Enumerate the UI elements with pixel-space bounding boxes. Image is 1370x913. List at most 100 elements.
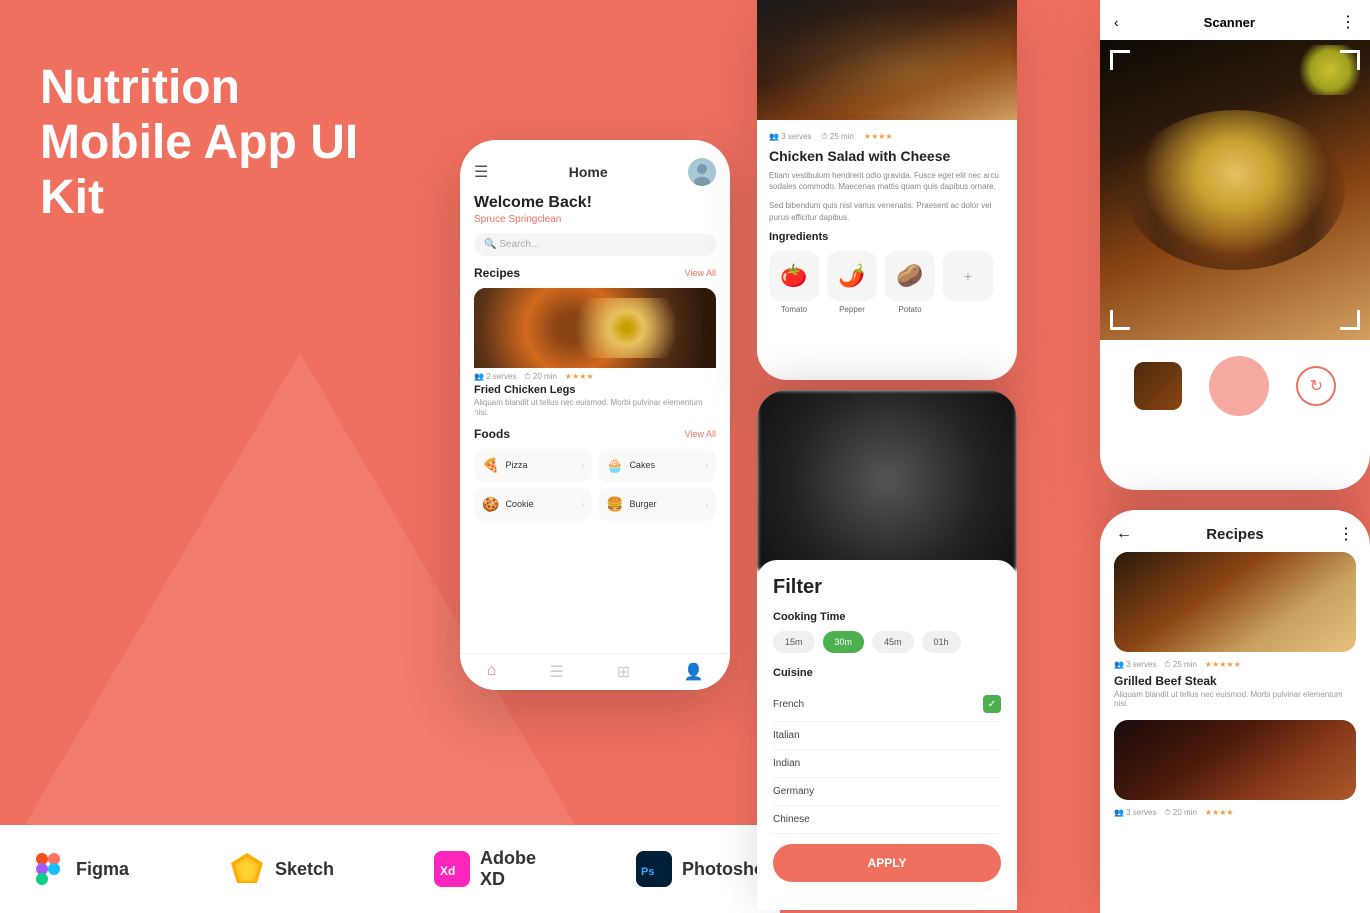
cooking-time-label: Cooking Time <box>773 611 1001 623</box>
food-cookie[interactable]: 🍪 Cookie › <box>474 488 592 521</box>
food-cakes[interactable]: 🧁 Cakes › <box>598 449 716 482</box>
username: Spruce Springclean <box>474 214 716 225</box>
left-panel: Nutrition Mobile App UI Kit <box>0 0 460 760</box>
tool-photoshop: Ps Photoshop <box>636 851 776 887</box>
cuisine-chinese[interactable]: Chinese <box>773 806 1001 834</box>
detail-title: Chicken Salad with Cheese <box>769 148 1005 164</box>
ingredients-title: Ingredients <box>769 231 1005 243</box>
phone-main: ☰ Home Welcome Back! Spruce Springclean … <box>460 140 730 690</box>
figma-icon <box>30 851 66 887</box>
scanner-header: ‹ Scanner ⋮ <box>1100 0 1370 40</box>
time-options: 15m 30m 45m 01h <box>773 631 1001 653</box>
foods-view-all[interactable]: View All <box>685 429 716 439</box>
recipe-desc: Aliquam blandit ut tellus nec euismod. M… <box>474 398 716 419</box>
scanner-title: Scanner <box>1204 15 1255 30</box>
scan-refresh-button[interactable]: ↻ <box>1296 366 1336 406</box>
recipes-list-header: ← Recipes ⋮ <box>1100 510 1370 552</box>
scan-thumbnail <box>1134 362 1182 410</box>
bottom-nav: ⌂ ☰ ⊞ 👤 <box>460 653 730 690</box>
ingredient-more: + <box>943 251 993 314</box>
foods-section-header: Foods View All <box>474 427 716 441</box>
nav-plus[interactable]: ⊞ <box>617 662 630 682</box>
time-45m[interactable]: 45m <box>872 631 914 653</box>
detail-desc-2: Sed bibendum quis nisl varius venenatis.… <box>769 200 1005 222</box>
nav-home[interactable]: ⌂ <box>487 662 497 682</box>
title-line2: Mobile App UI Kit <box>40 116 358 224</box>
scanner-image <box>1100 40 1370 340</box>
ingredients-row: 🍅 Tomato 🌶️ Pepper 🥔 Potato + <box>769 251 1005 314</box>
recipe-list-img-2 <box>1114 720 1356 800</box>
apply-button[interactable]: APPLY <box>773 844 1001 882</box>
avatar <box>688 158 716 186</box>
ingredient-tomato: 🍅 Tomato <box>769 251 819 314</box>
cuisine-germany[interactable]: Germany <box>773 778 1001 806</box>
filter-title: Filter <box>773 576 1001 599</box>
svg-text:Ps: Ps <box>641 866 654 878</box>
tool-sketch: Sketch <box>229 851 334 887</box>
search-bar[interactable]: 🔍 Search... <box>474 233 716 256</box>
foods-title: Foods <box>474 427 510 441</box>
filter-sheet: Filter Cooking Time 15m 30m 45m 01h Cuis… <box>757 560 1017 898</box>
recipe-list-item-2[interactable]: 👥 3 serves ⏱ 20 min ★★★★ <box>1100 720 1370 834</box>
detail-image <box>757 0 1017 120</box>
detail-meta: 👥 3 serves ⏱ 25 min ★★★★ <box>769 132 1005 142</box>
detail-content: 👥 3 serves ⏱ 25 min ★★★★ Chicken Salad w… <box>757 120 1017 326</box>
welcome-text: Welcome Back! <box>474 194 716 212</box>
recipes-title: Recipes <box>474 266 520 280</box>
phone-detail: 👥 3 serves ⏱ 25 min ★★★★ Chicken Salad w… <box>757 0 1017 380</box>
tools-bar: Figma Sketch Xd Adobe XD Ps <box>0 825 780 913</box>
cuisine-italian[interactable]: Italian <box>773 722 1001 750</box>
cuisine-french[interactable]: French ✓ <box>773 687 1001 722</box>
phone-scanner: ‹ Scanner ⋮ ↻ <box>1100 0 1370 490</box>
time-15m[interactable]: 15m <box>773 631 815 653</box>
recipes-back-icon[interactable]: ← <box>1116 525 1132 543</box>
adobexd-icon: Xd <box>434 851 470 887</box>
time-01h[interactable]: 01h <box>922 631 961 653</box>
ingredient-pepper: 🌶️ Pepper <box>827 251 877 314</box>
recipes-view-all[interactable]: View All <box>685 268 716 278</box>
tool-figma: Figma <box>30 851 129 887</box>
tool-adobexd: Xd Adobe XD <box>434 848 536 890</box>
phone-recipes: ← Recipes ⋮ 👥 3 serves ⏱ 25 min ★★★★★ Gr… <box>1100 510 1370 913</box>
phone-header: ☰ Home <box>474 152 716 194</box>
cuisine-label: Cuisine <box>773 667 1001 679</box>
time-30m[interactable]: 30m <box>823 631 865 653</box>
figma-label: Figma <box>76 859 129 880</box>
detail-desc-1: Etiam vestibulum hendrerit odio gravida.… <box>769 170 1005 192</box>
recipe-list-meta-2: 👥 3 serves ⏱ 20 min ★★★★ <box>1114 808 1356 818</box>
recipe-list-item-1[interactable]: 👥 3 serves ⏱ 25 min ★★★★★ Grilled Beef S… <box>1100 552 1370 720</box>
recipe-meta: 👥 2 serves ⏱ 20 min ★★★★ <box>474 372 716 382</box>
scan-capture-button[interactable] <box>1209 356 1269 416</box>
recipe-card[interactable]: 👥 2 serves ⏱ 20 min ★★★★ Fried Chicken L… <box>474 288 716 419</box>
recipe-list-desc-1: Aliquam blandit ut tellus nec euismod. M… <box>1114 690 1356 708</box>
recipe-list-meta-1: 👥 3 serves ⏱ 25 min ★★★★★ <box>1114 660 1356 670</box>
recipes-list-title: Recipes <box>1206 526 1264 543</box>
sketch-label: Sketch <box>275 859 334 880</box>
main-title: Nutrition Mobile App UI Kit <box>40 60 420 226</box>
foods-grid: 🍕 Pizza › 🧁 Cakes › 🍪 Cookie › 🍔 Burger … <box>474 449 716 521</box>
nav-search[interactable]: ☰ <box>549 662 563 682</box>
photoshop-icon: Ps <box>636 851 672 887</box>
nav-profile[interactable]: 👤 <box>683 662 703 682</box>
recipes-more-icon[interactable]: ⋮ <box>1338 524 1354 544</box>
recipe-list-name-1: Grilled Beef Steak <box>1114 674 1356 688</box>
sketch-icon <box>229 851 265 887</box>
adobexd-label: Adobe XD <box>480 848 536 890</box>
cuisine-indian[interactable]: Indian <box>773 750 1001 778</box>
scanner-bottom: ↻ <box>1100 340 1370 432</box>
phone-title: Home <box>569 164 608 180</box>
title-line1: Nutrition <box>40 61 240 114</box>
scanner-back-icon[interactable]: ‹ <box>1114 14 1119 30</box>
food-burger[interactable]: 🍔 Burger › <box>598 488 716 521</box>
filter-background <box>757 390 1017 570</box>
scanner-more-icon[interactable]: ⋮ <box>1340 12 1356 32</box>
cuisine-french-check: ✓ <box>983 695 1001 713</box>
svg-text:Xd: Xd <box>440 864 455 878</box>
recipes-section-header: Recipes View All <box>474 266 716 280</box>
food-pizza[interactable]: 🍕 Pizza › <box>474 449 592 482</box>
phone-filter: Filter Cooking Time 15m 30m 45m 01h Cuis… <box>757 390 1017 910</box>
ingredient-potato: 🥔 Potato <box>885 251 935 314</box>
recipe-list-img-1 <box>1114 552 1356 652</box>
recipe-image <box>474 288 716 368</box>
menu-icon[interactable]: ☰ <box>474 162 488 182</box>
